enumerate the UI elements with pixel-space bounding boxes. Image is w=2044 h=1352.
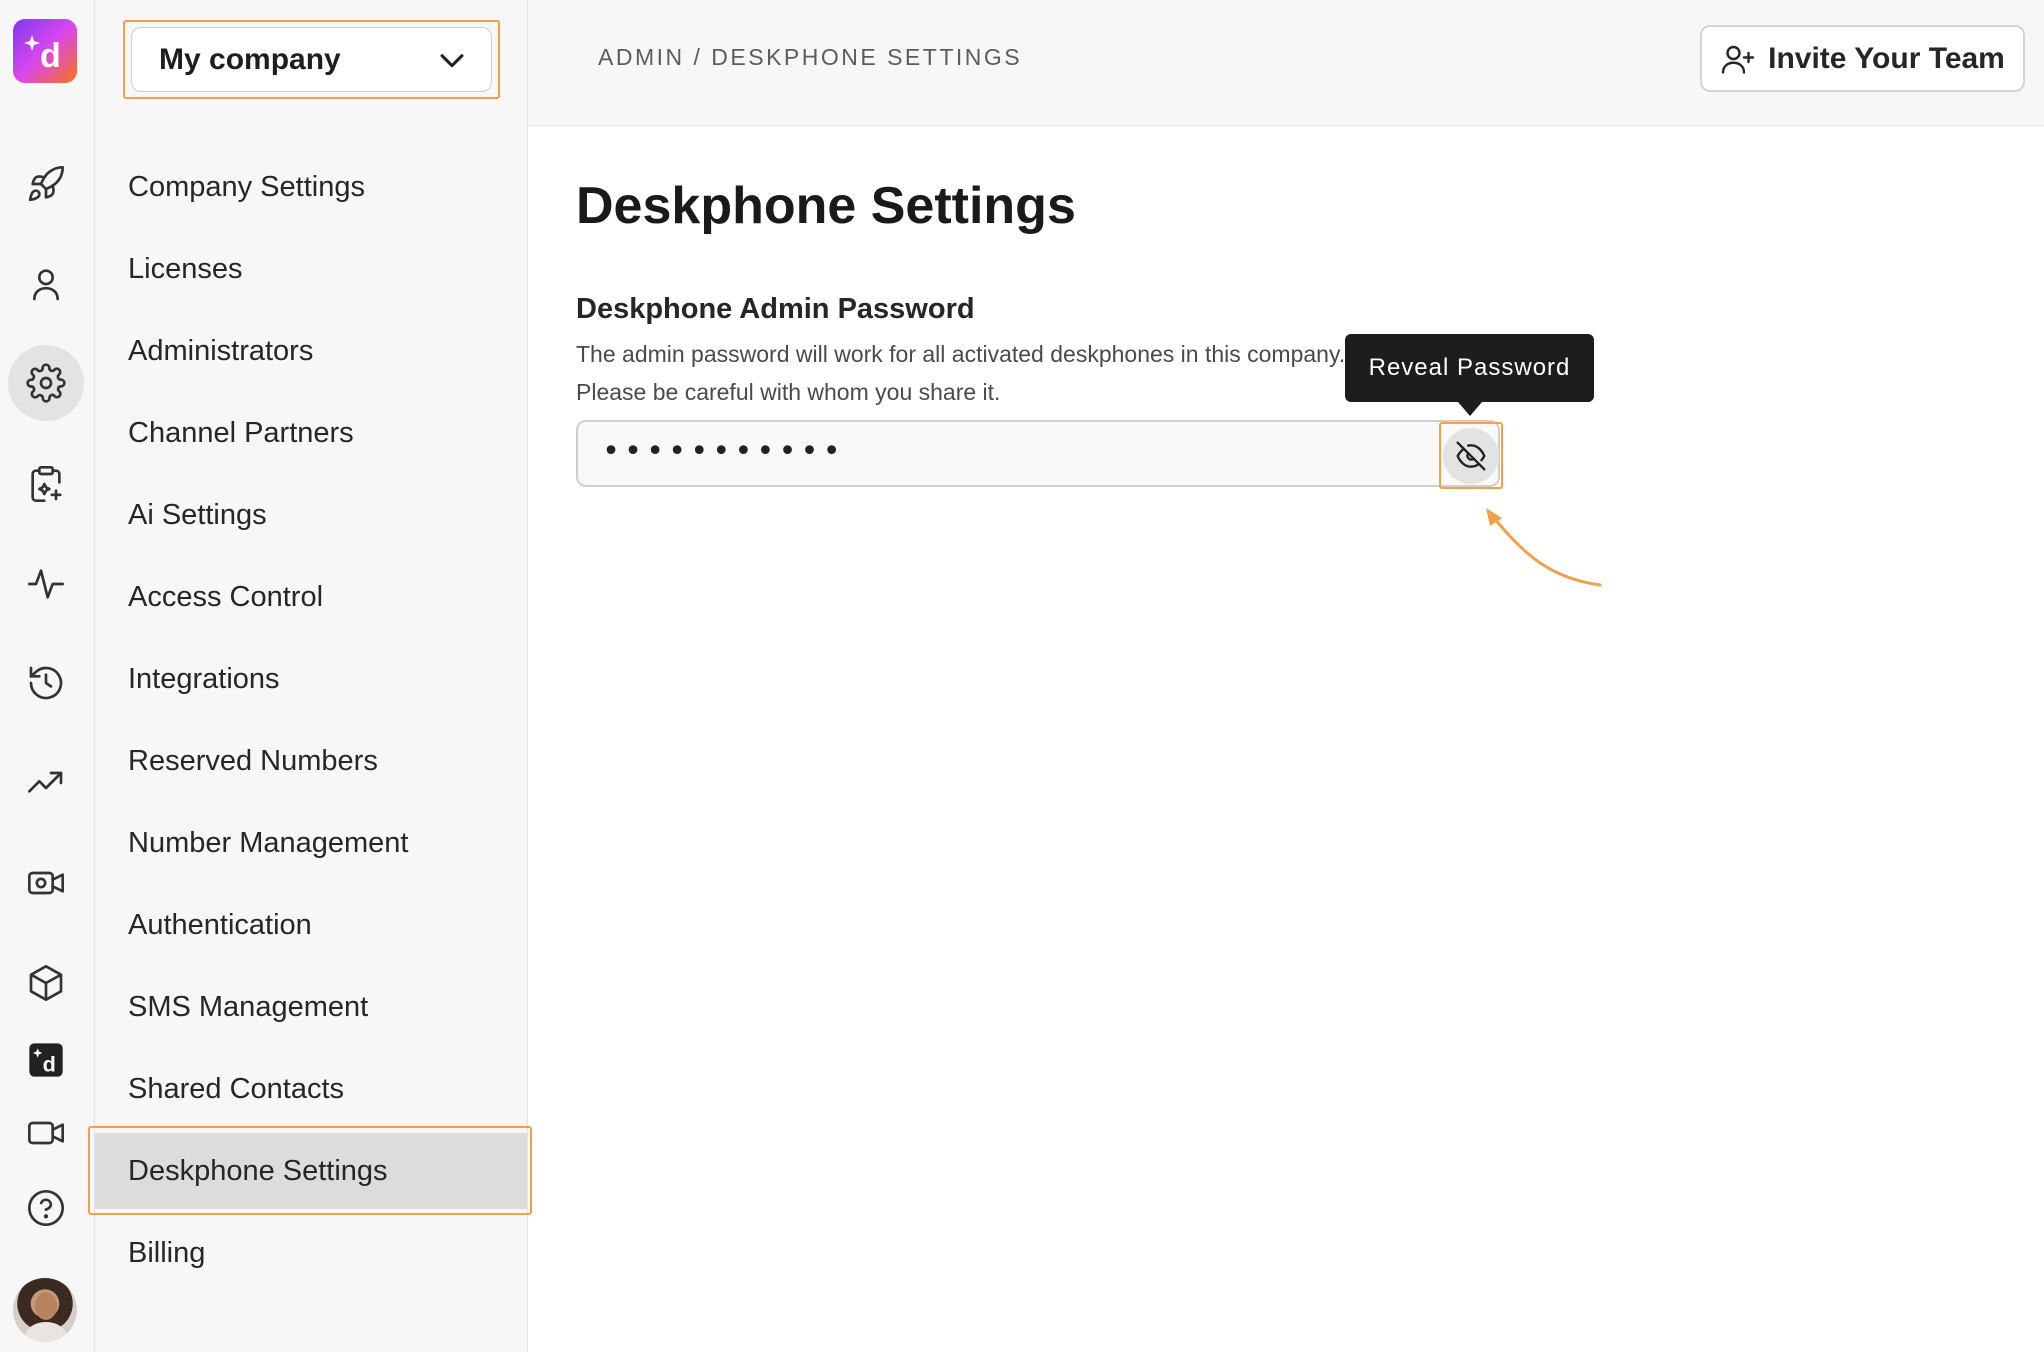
- menu-item-administrators[interactable]: Administrators: [128, 331, 313, 371]
- menu-item-ai-settings[interactable]: Ai Settings: [128, 495, 267, 535]
- section-description-line1: The admin password will work for all act…: [576, 341, 1346, 367]
- history-icon[interactable]: [8, 645, 84, 721]
- eye-off-icon: [1456, 441, 1486, 471]
- clipboard-sparkle-icon[interactable]: [8, 446, 84, 522]
- dialpad-icon[interactable]: d: [8, 1022, 84, 1098]
- reveal-password-button[interactable]: [1443, 428, 1499, 484]
- activity-icon[interactable]: [8, 546, 84, 622]
- menu-item-reserved-numbers[interactable]: Reserved Numbers: [128, 741, 378, 781]
- dialpad-logo-icon[interactable]: d: [13, 19, 77, 83]
- video-icon[interactable]: [8, 1095, 84, 1171]
- company-select[interactable]: My company: [131, 27, 492, 92]
- admin-password-input[interactable]: •••••••••••: [576, 420, 1500, 487]
- menu-item-billing[interactable]: Billing: [128, 1233, 205, 1273]
- page-title: Deskphone Settings: [576, 177, 1076, 235]
- menu-item-integrations[interactable]: Integrations: [128, 659, 280, 699]
- cube-icon[interactable]: [8, 945, 84, 1021]
- avatar[interactable]: [13, 1278, 77, 1342]
- company-select-value: My company: [159, 42, 341, 76]
- menu-item-company-settings[interactable]: Company Settings: [128, 167, 365, 207]
- user-icon[interactable]: [8, 246, 84, 322]
- svg-text:d: d: [43, 1052, 56, 1077]
- chevron-down-icon: [440, 53, 464, 67]
- menu-item-authentication[interactable]: Authentication: [128, 905, 312, 945]
- menu-item-sms-management[interactable]: SMS Management: [128, 987, 368, 1027]
- menu-item-channel-partners[interactable]: Channel Partners: [128, 413, 354, 453]
- section-description-line2: Please be careful with whom you share it…: [576, 379, 1001, 405]
- reveal-password-tooltip: Reveal Password: [1345, 334, 1594, 402]
- annotation-arrow-icon: [1486, 508, 1602, 587]
- svg-text:d: d: [40, 37, 61, 73]
- section-title: Deskphone Admin Password: [576, 293, 975, 325]
- icon-rail: d d: [0, 0, 95, 1352]
- menu-item-shared-contacts[interactable]: Shared Contacts: [128, 1069, 344, 1109]
- invite-team-button[interactable]: Invite Your Team: [1700, 25, 2025, 92]
- breadcrumb: ADMIN / DESKPHONE SETTINGS: [598, 44, 1023, 70]
- gear-icon[interactable]: [8, 345, 84, 421]
- menu-item-deskphone-settings[interactable]: Deskphone Settings: [128, 1151, 388, 1191]
- menu-item-number-management[interactable]: Number Management: [128, 823, 408, 863]
- help-icon[interactable]: [8, 1170, 84, 1246]
- menu-item-access-control[interactable]: Access Control: [128, 577, 323, 617]
- rocket-icon[interactable]: [8, 146, 84, 222]
- menu-item-licenses[interactable]: Licenses: [128, 249, 242, 289]
- user-plus-icon: [1721, 45, 1755, 74]
- trending-up-icon[interactable]: [8, 745, 84, 821]
- tooltip-arrow: [1458, 402, 1482, 416]
- video-gear-icon[interactable]: [8, 845, 84, 921]
- invite-team-label: Invite Your Team: [1768, 41, 2005, 75]
